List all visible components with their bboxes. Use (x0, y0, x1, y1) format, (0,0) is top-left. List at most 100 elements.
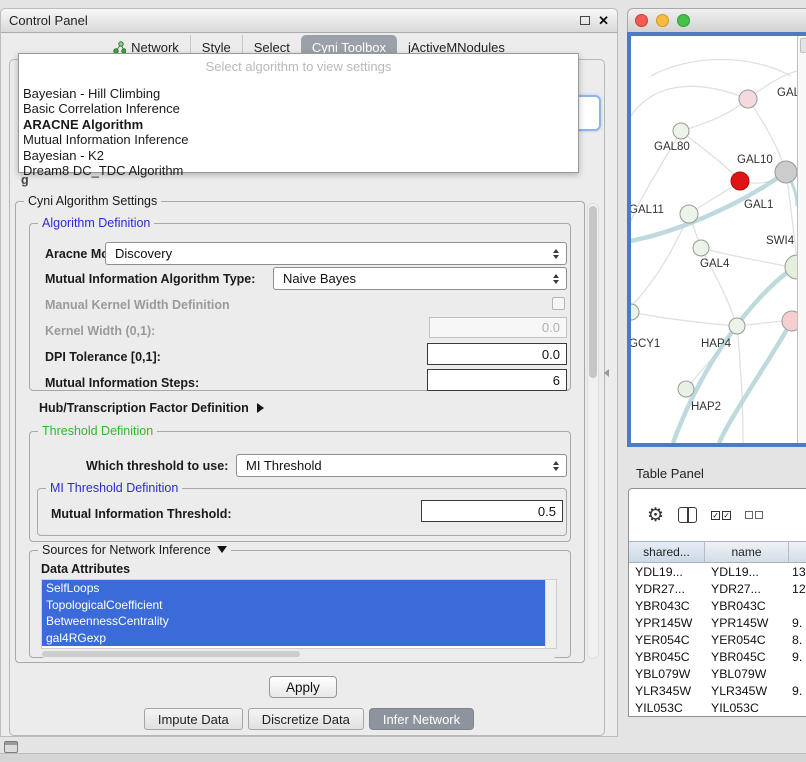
node-hap4[interactable] (782, 311, 797, 331)
close-traffic-light-icon[interactable] (635, 14, 648, 27)
column-header-cut[interactable] (789, 542, 806, 562)
cell[interactable]: 9. (789, 682, 806, 699)
node-pink-top[interactable] (739, 90, 757, 108)
settings-scrollbar-thumb[interactable] (589, 206, 597, 378)
cell[interactable]: YLR345W (629, 682, 705, 699)
node-gal80[interactable] (673, 123, 689, 139)
algorithm-option-bayesian-k2[interactable]: Bayesian - K2 (22, 148, 575, 163)
cell[interactable]: YBL079W (629, 665, 705, 682)
collapsed-panel-icon[interactable] (4, 741, 18, 753)
table-row[interactable]: YBR045C YBR045C 9. (629, 648, 806, 665)
mi-threshold-field[interactable]: 0.5 (421, 500, 563, 522)
manual-kernel-checkbox[interactable] (552, 297, 565, 310)
node-hap2[interactable] (678, 381, 694, 397)
attribute-item-gal4rgexp[interactable]: gal4RGexp (42, 630, 547, 647)
attribute-item-topologicalcoefficient[interactable]: TopologicalCoefficient (42, 597, 547, 614)
column-header-name[interactable]: name (705, 542, 789, 562)
attribute-item-betweennesscentrality[interactable]: BetweennessCentrality (42, 613, 547, 630)
table-row[interactable]: YDR27... YDR27... 12 (629, 580, 806, 597)
cell[interactable]: YBR045C (629, 648, 705, 665)
cell[interactable]: 9. (789, 648, 806, 665)
tab-discretize-data[interactable]: Discretize Data (248, 708, 364, 730)
sources-group-header[interactable]: Sources for Network Inference (38, 543, 231, 557)
node-gal11[interactable] (680, 205, 698, 223)
which-threshold-value: MI Threshold (246, 458, 322, 473)
node-gal4[interactable] (693, 240, 709, 256)
cell[interactable]: YIL053C (705, 699, 789, 716)
cell[interactable]: YDL19... (705, 563, 789, 580)
table-row[interactable]: YIL053C YIL053C (629, 699, 806, 716)
cell[interactable]: YBR043C (629, 597, 705, 614)
cell[interactable]: YDR27... (629, 580, 705, 597)
node-gal10[interactable] (775, 161, 797, 183)
apply-button[interactable]: Apply (269, 676, 337, 698)
node-red[interactable] (731, 172, 749, 190)
deselect-all-icon[interactable] (745, 511, 763, 519)
network-vertical-scrollbar[interactable] (797, 36, 806, 443)
tab-infer-network[interactable]: Infer Network (369, 708, 474, 730)
algorithm-option-bayesian-hill-climbing[interactable]: Bayesian - Hill Climbing (22, 86, 575, 101)
cell[interactable]: 12 (789, 580, 806, 597)
cell[interactable] (789, 665, 806, 682)
table-row[interactable]: YDL19... YDL19... 13 (629, 563, 806, 580)
column-header-shared-name[interactable]: shared... (629, 542, 705, 562)
tab-impute-data[interactable]: Impute Data (144, 708, 243, 730)
show-columns-icon[interactable] (678, 507, 697, 523)
attribute-item-selfloops[interactable]: SelfLoops (42, 580, 547, 597)
algorithm-option-dream8[interactable]: Dream8 DC_TDC Algorithm (22, 163, 575, 178)
network-scrollbar-thumb[interactable] (800, 38, 806, 53)
which-threshold-label: Which threshold to use: (86, 459, 228, 473)
settings-scrollbar[interactable] (587, 203, 599, 659)
cell[interactable]: YIL053C (629, 699, 705, 716)
network-edges (631, 60, 797, 444)
cell[interactable]: YER054C (629, 631, 705, 648)
table-row[interactable]: YBL079W YBL079W (629, 665, 806, 682)
mi-type-combo[interactable]: Naive Bayes (273, 267, 567, 290)
dpi-tolerance-label: DPI Tolerance [0,1]: (45, 350, 161, 364)
minimize-traffic-light-icon[interactable] (656, 14, 669, 27)
table-row[interactable]: YPR145W YPR145W 9. (629, 614, 806, 631)
cell[interactable] (789, 597, 806, 614)
cell[interactable]: YBL079W (705, 665, 789, 682)
gear-icon[interactable]: ⚙ (647, 506, 664, 525)
attributes-vertical-scrollbar[interactable] (545, 580, 556, 648)
attributes-hscroll-thumb[interactable] (42, 651, 300, 657)
zoom-traffic-light-icon[interactable] (677, 14, 690, 27)
float-window-icon[interactable] (580, 16, 590, 25)
node-mid[interactable] (729, 318, 745, 334)
cell[interactable]: 8. (789, 631, 806, 648)
attributes-horizontal-scrollbar[interactable] (41, 650, 557, 658)
dpi-tolerance-field[interactable]: 0.0 (427, 343, 567, 365)
algorithm-option-basic-correlation[interactable]: Basic Correlation Inference (22, 101, 575, 116)
kernel-width-field[interactable]: 0.0 (429, 317, 567, 338)
cell[interactable]: 9. (789, 614, 806, 631)
cell[interactable] (789, 699, 806, 716)
cell[interactable]: YBR045C (705, 648, 789, 665)
aracne-mode-combo[interactable]: Discovery (105, 242, 567, 265)
cell[interactable]: YER054C (705, 631, 789, 648)
cell[interactable]: YBR043C (705, 597, 789, 614)
cell[interactable]: YDR27... (705, 580, 789, 597)
data-attributes-list[interactable]: SelfLoops TopologicalCoefficient Between… (41, 579, 557, 649)
cell[interactable]: YPR145W (629, 614, 705, 631)
table-row[interactable]: YLR345W YLR345W 9. (629, 682, 806, 699)
network-canvas[interactable]: GAL GAL80 GAL10 GAL11 GAL1 SWI4 GAL4 GCY… (627, 32, 806, 447)
splitter-collapse-icon[interactable] (604, 369, 609, 377)
cell[interactable]: YLR345W (705, 682, 789, 699)
table-row[interactable]: YBR043C YBR043C (629, 597, 806, 614)
manual-kernel-label: Manual Kernel Width Definition (45, 298, 230, 312)
algorithm-option-mutual-information[interactable]: Mutual Information Inference (22, 132, 575, 147)
node-gcy1[interactable] (631, 304, 639, 320)
cell[interactable]: 13 (789, 563, 806, 580)
algorithm-option-aracne[interactable]: ARACNE Algorithm (22, 117, 575, 132)
close-icon[interactable]: ✕ (598, 14, 609, 27)
which-threshold-combo[interactable]: MI Threshold (236, 454, 567, 477)
hub-section-expander[interactable]: Hub/Transcription Factor Definition (39, 401, 264, 415)
select-all-icon[interactable]: ✓ ✓ (711, 511, 731, 520)
cell[interactable]: YPR145W (705, 614, 789, 631)
network-window-titlebar[interactable] (627, 8, 806, 32)
table-row[interactable]: YER054C YER054C 8. (629, 631, 806, 648)
mi-steps-field[interactable]: 6 (427, 369, 567, 391)
cell[interactable]: YDL19... (629, 563, 705, 580)
checked-box-icon: ✓ (722, 511, 731, 520)
